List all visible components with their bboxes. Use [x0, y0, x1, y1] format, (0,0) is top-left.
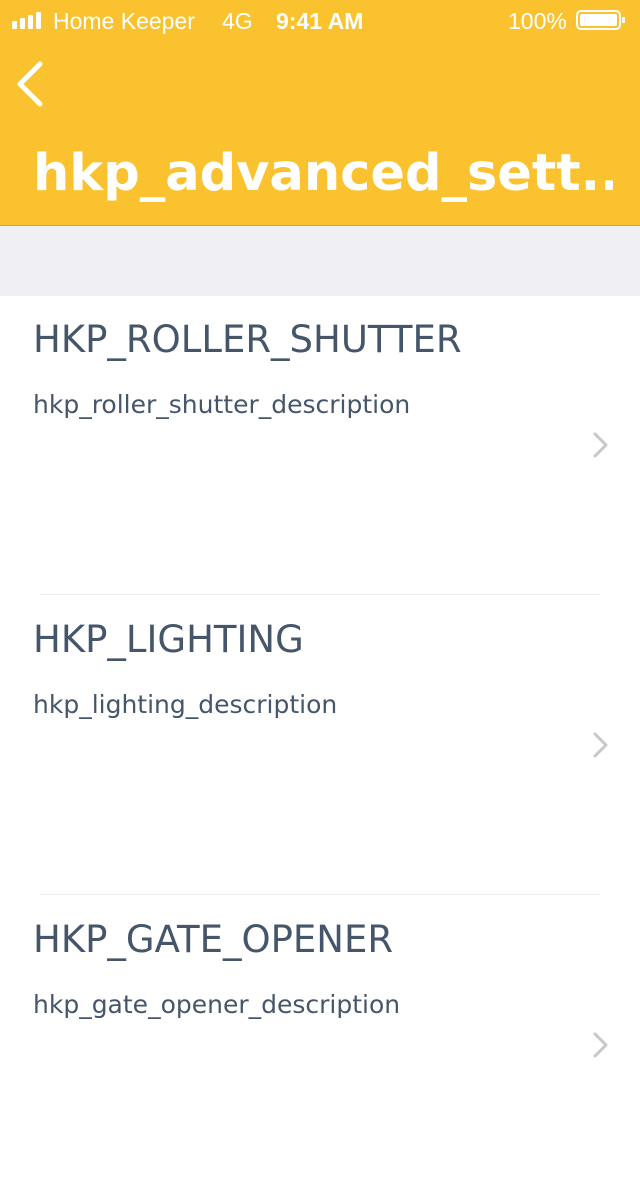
back-button[interactable] [10, 56, 54, 112]
list-item-description: hkp_roller_shutter_description [33, 390, 411, 419]
list-item-description: hkp_gate_opener_description [33, 990, 401, 1019]
list-item-title: HKP_GATE_OPENER [33, 918, 394, 961]
status-time: 9:41 AM [276, 8, 364, 34]
chevron-left-icon [17, 61, 43, 107]
navigation-header: Home Keeper 4G 9:41 AM 100% hkp_advanced… [0, 0, 640, 226]
settings-list: HKP_ROLLER_SHUTTER hkp_roller_shutter_de… [0, 296, 640, 1136]
row-divider [40, 594, 600, 595]
list-item-description: hkp_lighting_description [33, 690, 338, 719]
battery-icon [576, 10, 625, 30]
row-divider [40, 894, 600, 895]
list-item-gate-opener[interactable]: HKP_GATE_OPENER hkp_gate_opener_descript… [0, 896, 640, 1196]
list-item-lighting[interactable]: HKP_LIGHTING hkp_lighting_description [0, 596, 640, 896]
section-spacer [0, 226, 640, 296]
chevron-right-icon [593, 1032, 608, 1058]
page-title: hkp_advanced_sett... [33, 144, 613, 203]
list-item-roller-shutter[interactable]: HKP_ROLLER_SHUTTER hkp_roller_shutter_de… [0, 296, 640, 596]
network-type: 4G [222, 8, 253, 34]
signal-strength-icon [12, 12, 41, 29]
status-bar: Home Keeper 4G 9:41 AM 100% [0, 0, 640, 40]
carrier-name: Home Keeper [53, 8, 195, 34]
chevron-right-icon [593, 432, 608, 458]
battery-percentage: 100% [508, 8, 567, 34]
list-item-title: HKP_ROLLER_SHUTTER [33, 318, 462, 361]
list-item-title: HKP_LIGHTING [33, 618, 304, 661]
chevron-right-icon [593, 732, 608, 758]
